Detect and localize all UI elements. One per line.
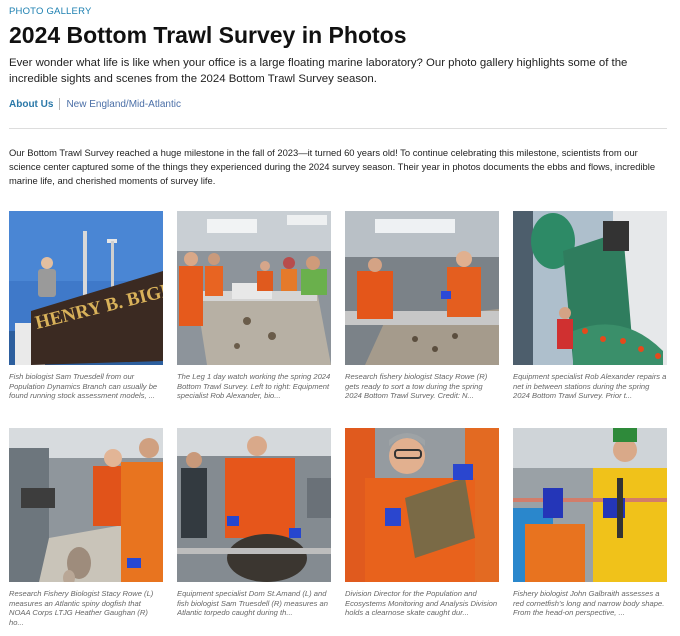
gallery-photo[interactable] — [513, 428, 667, 582]
body-paragraph: Our Bottom Trawl Survey reached a huge m… — [9, 147, 656, 187]
photo-gallery-grid: HENRY B. BIGELOW Fish biologist Sam True… — [9, 211, 669, 631]
photo-caption: Division Director for the Population and… — [345, 589, 498, 618]
photo-caption: Research fishery biologist Stacy Rowe (R… — [345, 372, 488, 401]
intro-paragraph: Ever wonder what life is like when your … — [9, 57, 628, 85]
gallery-card[interactable]: Research fishery biologist Stacy Rowe (R… — [345, 211, 499, 412]
gallery-card[interactable]: The Leg 1 day watch working the spring 2… — [177, 211, 331, 412]
section-divider — [9, 128, 667, 129]
gallery-photo[interactable] — [9, 428, 163, 582]
gallery-photo[interactable] — [345, 211, 499, 365]
photo-caption: Fish biologist Sam Truesdell from our Po… — [9, 372, 158, 401]
gallery-card[interactable]: Equipment specialist Dom St.Amand (L) an… — [177, 428, 331, 629]
gallery-photo[interactable] — [513, 211, 667, 365]
tag-bar: About Us New England/Mid-Atlantic — [9, 98, 181, 110]
gallery-photo[interactable] — [345, 428, 499, 582]
photo-caption: Equipment specialist Rob Alexander repai… — [513, 372, 667, 401]
tag-divider — [59, 98, 61, 110]
gallery-card[interactable]: HENRY B. BIGELOW Fish biologist Sam True… — [9, 211, 163, 412]
gallery-card[interactable]: Equipment specialist Rob Alexander repai… — [513, 211, 667, 412]
region-link[interactable]: New England/Mid-Atlantic — [66, 99, 181, 110]
photo-caption: Research Fishery Biologist Stacy Rowe (L… — [9, 589, 154, 627]
gallery-photo[interactable] — [177, 428, 331, 582]
section-eyebrow: PHOTO GALLERY — [9, 6, 92, 17]
gallery-photo[interactable] — [177, 211, 331, 365]
photo-caption: The Leg 1 day watch working the spring 2… — [177, 372, 331, 401]
page-title: 2024 Bottom Trawl Survey in Photos — [9, 22, 407, 48]
photo-caption: Fishery biologist John Galbraith assesse… — [513, 589, 665, 618]
gallery-card[interactable]: Fishery biologist John Galbraith assesse… — [513, 428, 667, 629]
photo-caption: Equipment specialist Dom St.Amand (L) an… — [177, 589, 328, 618]
gallery-photo[interactable]: HENRY B. BIGELOW — [9, 211, 163, 365]
about-us-link[interactable]: About Us — [9, 99, 53, 110]
gallery-card[interactable]: Division Director for the Population and… — [345, 428, 499, 629]
gallery-card[interactable]: Research Fishery Biologist Stacy Rowe (L… — [9, 428, 163, 629]
